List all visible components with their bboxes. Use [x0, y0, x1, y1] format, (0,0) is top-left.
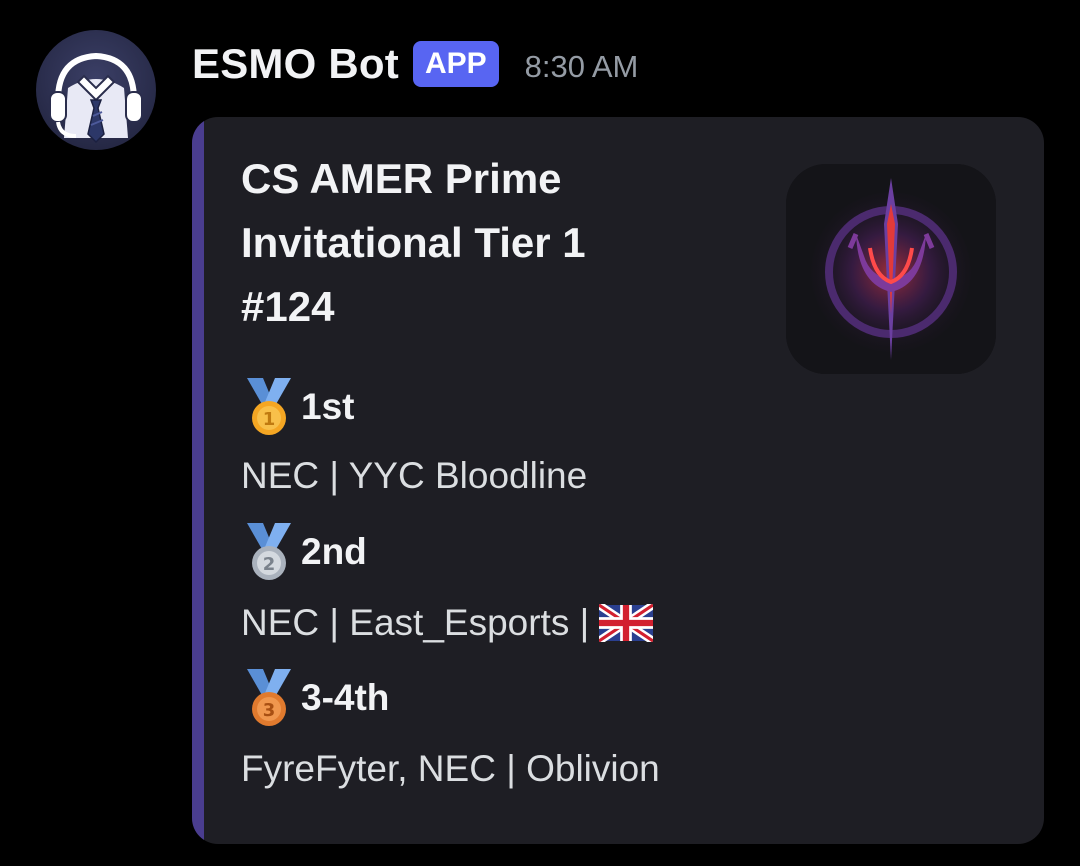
placement-third: 3 3-4th — [241, 666, 389, 730]
bot-avatar[interactable] — [36, 30, 156, 150]
embed-title-line: Invitational Tier 1 — [241, 219, 586, 266]
placement-label: 2nd — [301, 531, 367, 572]
placement-teams: FyreFyter, NEC | Oblivion — [241, 745, 660, 793]
bronze-medal-icon: 3 — [241, 667, 297, 729]
placement-teams: NEC | YYC Bloodline — [241, 452, 587, 500]
gold-medal-icon: 1 — [241, 376, 297, 438]
embed-title: CS AMER Prime Invitational Tier 1 #124 — [241, 147, 741, 339]
placement-label: 3-4th — [301, 677, 390, 718]
bot-butler-headset-icon — [49, 52, 143, 144]
trident-logo-icon — [786, 164, 996, 374]
message-header: ESMO Bot APP 8:30 AM — [192, 36, 638, 92]
message-timestamp[interactable]: 8:30 AM — [525, 49, 639, 85]
app-badge: APP — [412, 41, 499, 87]
silver-medal-icon: 2 — [241, 521, 297, 583]
embed-thumbnail[interactable] — [786, 164, 996, 374]
svg-text:2: 2 — [263, 554, 276, 575]
svg-text:1: 1 — [263, 409, 276, 430]
placement-label: 1st — [301, 386, 355, 427]
placement-second: 2 2nd — [241, 520, 367, 584]
svg-text:3: 3 — [263, 700, 276, 721]
embed-title-line: #124 — [241, 283, 335, 330]
embed-title-line: CS AMER Prime — [241, 155, 562, 202]
teams-text: NEC | YYC Bloodline — [241, 455, 588, 496]
placement-teams: NEC | East_Esports | — [241, 599, 654, 647]
author-name[interactable]: ESMO Bot — [192, 40, 399, 88]
uk-flag-icon — [599, 604, 654, 642]
placement-first: 1 1st — [241, 375, 354, 439]
chat-message: ESMO Bot APP 8:30 AM CS AMER Prime Invit… — [0, 0, 1080, 866]
results-embed: CS AMER Prime Invitational Tier 1 #124 1… — [192, 117, 1044, 844]
embed-accent-bar — [192, 117, 204, 844]
teams-text: NEC | East_Esports | — [241, 602, 590, 643]
teams-text: FyreFyter, NEC | Oblivion — [241, 748, 660, 789]
